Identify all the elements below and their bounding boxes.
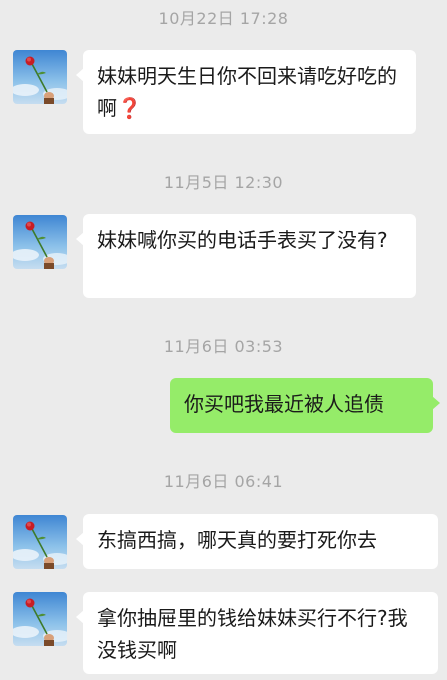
contact-avatar[interactable] [13, 515, 67, 569]
rose-avatar-icon [13, 592, 67, 646]
message-text: 东搞西搞，哪天真的要打死你去 [97, 528, 377, 552]
timestamp: 11月6日 03:53 [163, 337, 284, 356]
message-bubble[interactable]: 东搞西搞，哪天真的要打死你去 [76, 514, 438, 569]
red-question-mark-icon: ❓ [117, 96, 142, 120]
message-bubble[interactable]: 拿你抽屉里的钱给妹妹买行不行?我没钱买啊 [76, 592, 438, 674]
contact-avatar[interactable] [13, 215, 67, 269]
message-text: 拿你抽屉里的钱给妹妹买行不行?我没钱买啊 [97, 606, 408, 662]
message-text: 妹妹明天生日你不回来请吃好吃的啊 [97, 64, 397, 120]
message-bubble[interactable]: 妹妹明天生日你不回来请吃好吃的啊❓ [76, 50, 416, 134]
timestamp: 10月22日 17:28 [158, 9, 289, 28]
message-text: 妹妹喊你买的电话手表买了没有? [97, 228, 388, 252]
timestamp: 11月6日 06:41 [163, 472, 284, 491]
message-bubble[interactable]: 妹妹喊你买的电话手表买了没有? [76, 214, 416, 298]
rose-avatar-icon [13, 215, 67, 269]
contact-avatar[interactable] [13, 50, 67, 104]
timestamp: 11月5日 12:30 [163, 173, 284, 192]
contact-avatar[interactable] [13, 592, 67, 646]
rose-avatar-icon [13, 50, 67, 104]
message-bubble-outgoing[interactable]: 你买吧我最近被人追债 [170, 378, 440, 433]
message-text: 你买吧我最近被人追债 [184, 392, 384, 416]
rose-avatar-icon [13, 515, 67, 569]
